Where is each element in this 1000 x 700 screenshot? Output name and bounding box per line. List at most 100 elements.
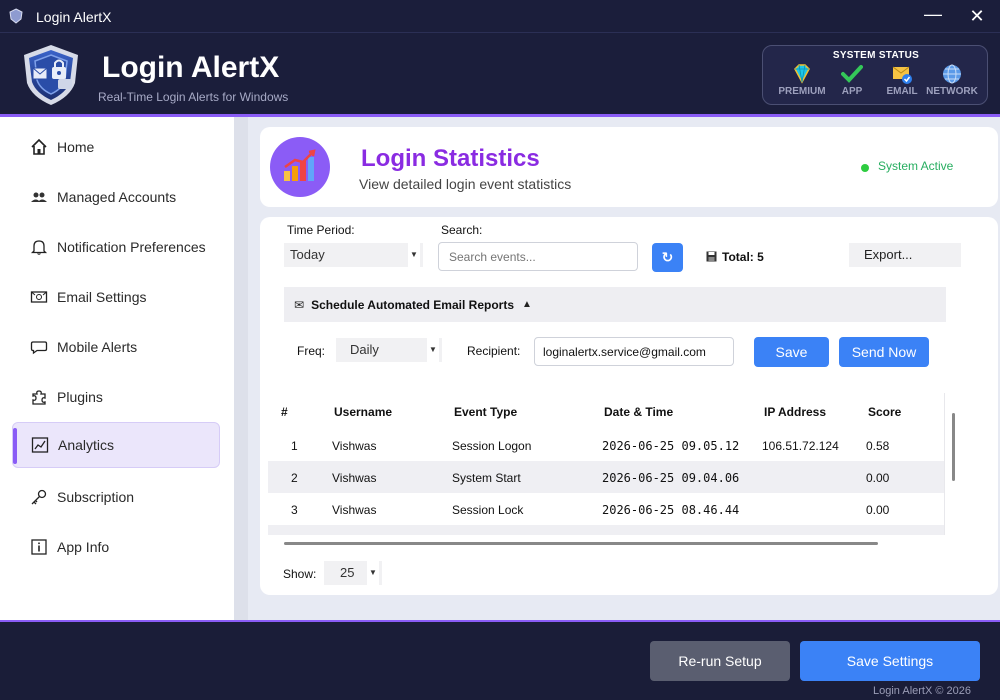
sidebar-item-subscription[interactable]: Subscription xyxy=(12,474,220,520)
brand-title: Login AlertX xyxy=(102,51,280,84)
cell-datetime: 2026-06-25 09.05.12 xyxy=(602,439,740,453)
window-title: Login AlertX xyxy=(36,9,112,25)
send-now-button[interactable]: Send Now xyxy=(839,337,929,367)
frequency-value: Daily xyxy=(350,342,379,357)
status-label-app: APP xyxy=(841,86,863,97)
column-header[interactable]: Username xyxy=(334,405,392,419)
rerun-setup-button[interactable]: Re-run Setup xyxy=(650,641,790,681)
cell-score: 0.00 xyxy=(866,471,890,485)
events-table: # Username Event Type Date & Time IP Add… xyxy=(268,393,945,535)
page-size-value: 25 xyxy=(340,565,355,580)
system-status-title: SYSTEM STATUS xyxy=(832,50,920,61)
recipient-email-field[interactable] xyxy=(534,337,734,366)
chevron-down-icon: ▼ xyxy=(427,338,439,362)
info-icon xyxy=(31,539,47,555)
sidebar-item-label: Home xyxy=(57,139,95,155)
column-header[interactable]: Event Type xyxy=(454,405,517,419)
status-dot xyxy=(861,164,869,172)
column-header[interactable]: Score xyxy=(868,405,901,419)
table-row[interactable]: 2 Vishwas System Start 2026-06-25 09.04.… xyxy=(268,461,944,493)
chevron-down-icon: ▼ xyxy=(408,243,420,267)
search-label: Search: xyxy=(441,223,483,237)
shield-logo-icon xyxy=(24,45,78,105)
search-input[interactable] xyxy=(438,242,638,271)
system-active-status: System Active xyxy=(878,159,954,173)
app-shield-icon xyxy=(9,8,23,24)
sidebar-item-label: Notification Preferences xyxy=(57,239,206,255)
schedule-reports-label: Schedule Automated Email Reports xyxy=(311,297,514,312)
time-period-value: Today xyxy=(290,247,325,262)
column-header[interactable]: Date & Time xyxy=(604,405,673,419)
key-icon xyxy=(31,489,47,505)
cell-username: Vishwas xyxy=(332,503,377,517)
system-status-panel: SYSTEM STATUS PREMIUM APP EMAIL NETWORK xyxy=(762,45,988,105)
email-icon xyxy=(30,291,48,303)
users-icon xyxy=(31,192,47,202)
table-vertical-scrollbar[interactable] xyxy=(952,413,955,481)
copyright-text: Login AlertX © 2026 xyxy=(873,685,972,697)
cell-number: 2 xyxy=(291,471,298,485)
sidebar-item-email-settings[interactable]: Email Settings xyxy=(12,274,220,320)
sidebar-item-label: Subscription xyxy=(57,489,135,505)
sidebar-item-label: Managed Accounts xyxy=(57,189,177,205)
home-icon xyxy=(31,138,47,155)
table-row[interactable]: 3 Vishwas Session Lock 2026-06-25 08.46.… xyxy=(268,493,944,525)
diamond-icon xyxy=(794,64,810,84)
cell-number: 1 xyxy=(291,439,298,453)
puzzle-icon xyxy=(32,390,46,405)
frequency-select[interactable]: Daily ▼ xyxy=(336,338,442,362)
title-bar: Login AlertX — ✕ xyxy=(0,0,1000,32)
chart-icon xyxy=(31,437,49,453)
close-button[interactable]: ✕ xyxy=(962,4,992,28)
cell-score: 0.00 xyxy=(866,503,890,517)
cell-datetime: 2026-06-25 08.46.44 xyxy=(602,503,740,517)
page-subtitle: View detailed login event statistics xyxy=(359,176,572,192)
refresh-button[interactable]: ↻ xyxy=(652,243,683,272)
sidebar-item-label: Mobile Alerts xyxy=(57,339,138,355)
save-settings-button[interactable]: Save Settings xyxy=(800,641,980,681)
sidebar-item-plugins[interactable]: Plugins xyxy=(12,374,220,420)
column-header[interactable]: # xyxy=(281,405,288,419)
sidebar-item-label: App Info xyxy=(57,539,110,555)
main-content: Login Statistics View detailed login eve… xyxy=(234,117,1000,620)
email-check-icon xyxy=(892,66,912,84)
status-app: APP xyxy=(825,64,879,97)
chat-bubble-icon xyxy=(30,341,48,355)
table-header: # Username Event Type Date & Time IP Add… xyxy=(268,393,944,429)
cell-username: Vishwas xyxy=(332,439,377,453)
sidebar-item-managed-accounts[interactable]: Managed Accounts xyxy=(12,174,220,220)
sidebar-item-notification-preferences[interactable]: Notification Preferences xyxy=(12,224,220,270)
content-scroll-gutter xyxy=(234,117,248,620)
bar-chart-icon xyxy=(284,149,316,181)
export-button[interactable]: Export... xyxy=(849,243,961,267)
table-horizontal-scrollbar[interactable] xyxy=(284,542,878,545)
sidebar-item-mobile-alerts[interactable]: Mobile Alerts xyxy=(12,324,220,370)
save-schedule-button[interactable]: Save xyxy=(754,337,829,367)
cell-datetime: 2026-06-25 09.04.06 xyxy=(602,471,740,485)
chevron-down-icon: ▼ xyxy=(367,561,379,585)
freq-label: Freq: xyxy=(297,344,326,358)
column-header[interactable]: IP Address xyxy=(764,405,826,419)
cell-ip-address: 106.51.72.124 xyxy=(762,439,839,453)
app-header: Login AlertX Real-Time Login Alerts for … xyxy=(0,32,1000,115)
page-size-select[interactable]: 25 ▼ xyxy=(324,561,382,585)
save-disk-icon xyxy=(706,251,717,262)
stats-header-card: Login Statistics View detailed login eve… xyxy=(260,127,998,207)
globe-icon xyxy=(943,64,961,84)
statistics-panel: Time Period: Today ▼ Search: ↻ Total: 5 … xyxy=(260,217,998,595)
sidebar-item-label: Email Settings xyxy=(57,289,147,305)
schedule-reports-toggle[interactable]: ✉ Schedule Automated Email Reports ▲ xyxy=(284,287,946,322)
page-title: Login Statistics xyxy=(361,145,540,172)
minimize-button[interactable]: — xyxy=(918,4,948,28)
table-row[interactable] xyxy=(268,525,944,535)
table-row[interactable]: 1 Vishwas Session Logon 2026-06-25 09.05… xyxy=(268,429,944,461)
cell-score: 0.58 xyxy=(866,439,890,453)
status-network: NETWORK xyxy=(925,64,979,97)
status-premium: PREMIUM xyxy=(775,64,829,97)
sidebar-item-analytics[interactable]: Analytics xyxy=(12,422,220,468)
status-email: EMAIL xyxy=(875,64,929,97)
time-period-select[interactable]: Today ▼ xyxy=(284,243,423,267)
sidebar-item-app-info[interactable]: App Info xyxy=(12,524,220,570)
status-label-email: EMAIL xyxy=(886,86,918,97)
sidebar-item-home[interactable]: Home xyxy=(12,124,220,170)
